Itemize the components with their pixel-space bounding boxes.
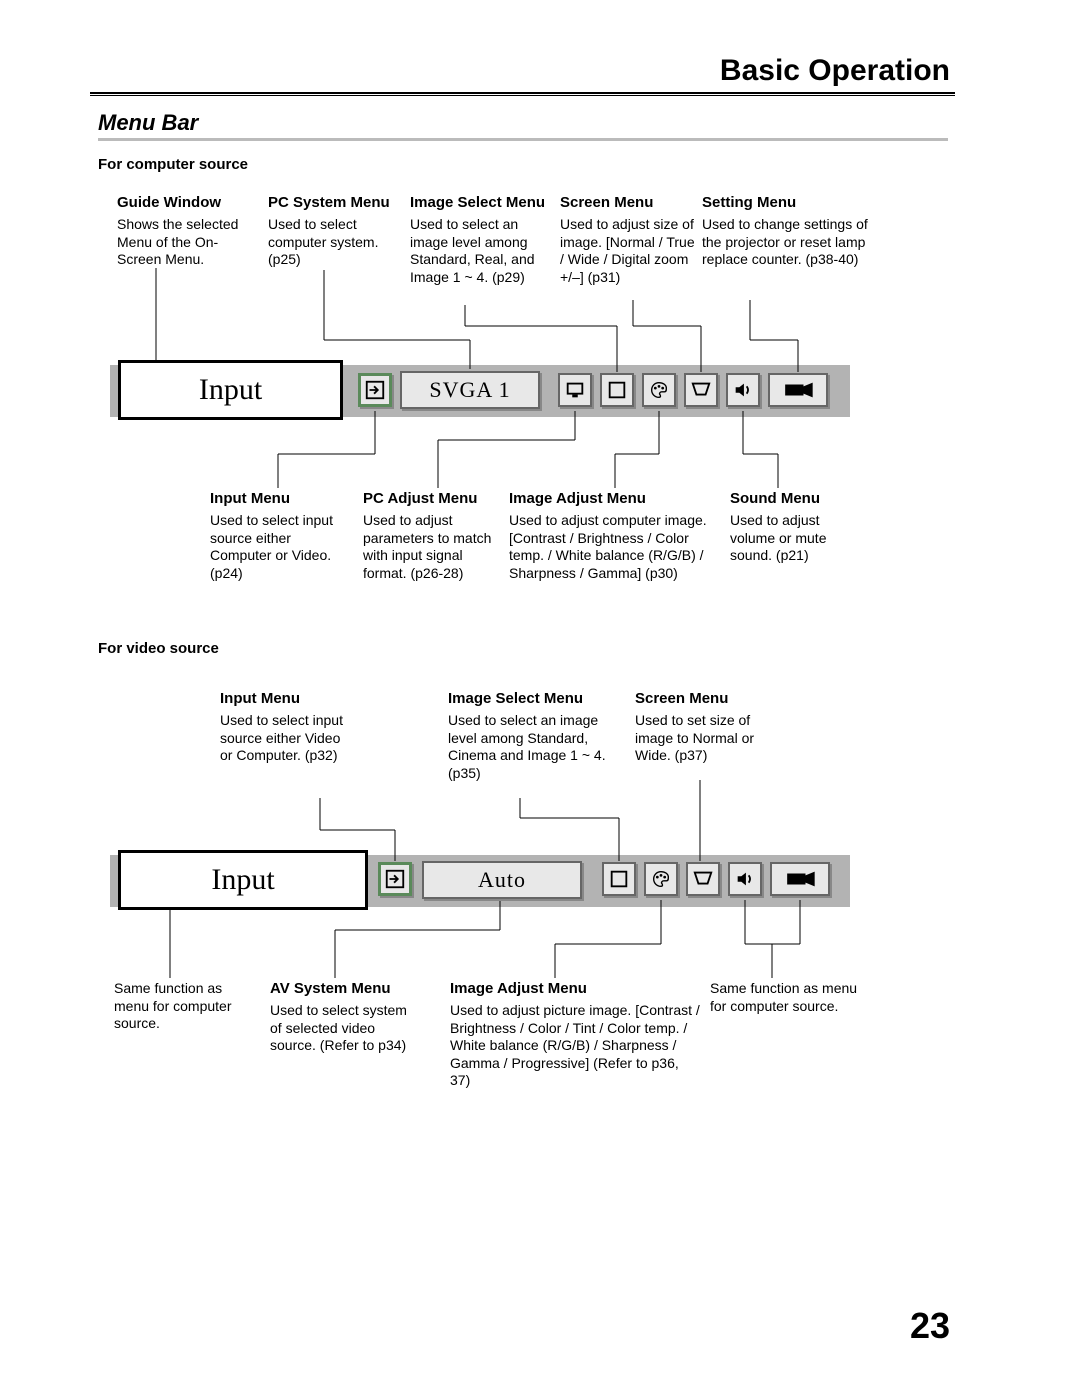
video-image-select-icon (602, 862, 636, 896)
screen-menu-body: Used to adjust size of image. [Normal / … (560, 216, 695, 286)
pc-adjust-title: PC Adjust Menu (363, 490, 477, 508)
video-imgadj-title: Image Adjust Menu (450, 980, 587, 998)
section-title: Menu Bar (98, 110, 198, 136)
video-heading: For video source (98, 640, 219, 657)
setting-icon (768, 373, 828, 407)
video-sound-icon (728, 862, 762, 896)
av-system-title: AV System Menu (270, 980, 391, 998)
computer-mid-box: SVGA 1 (400, 371, 540, 409)
video-screen-icon (686, 862, 720, 896)
image-select-title: Image Select Menu (410, 194, 545, 212)
guide-window-title: Guide Window (117, 194, 221, 212)
video-imgadj-body: Used to adjust picture image. [Contrast … (450, 1002, 700, 1090)
video-same-left: Same function as menu for computer sourc… (114, 980, 254, 1033)
guide-window-body: Shows the selected Menu of the On-Screen… (117, 216, 262, 269)
pc-system-title: PC System Menu (268, 194, 390, 212)
input-menu-body: Used to select input source either Compu… (210, 512, 345, 582)
setting-menu-body: Used to change settings of the projector… (702, 216, 877, 269)
video-screen-title: Screen Menu (635, 690, 728, 708)
image-adjust-body: Used to adjust computer image. [Contrast… (509, 512, 719, 582)
sound-menu-title: Sound Menu (730, 490, 820, 508)
video-input-title: Input Menu (220, 690, 300, 708)
image-adjust-icon (642, 373, 676, 407)
page-number: 23 (910, 1305, 950, 1347)
video-mid-label: Auto (478, 867, 526, 893)
setting-menu-title: Setting Menu (702, 194, 796, 212)
video-image-adjust-icon (644, 862, 678, 896)
video-guide-window-box: Input (118, 850, 368, 910)
image-select-body: Used to select an image level among Stan… (410, 216, 550, 286)
pc-adjust-body: Used to adjust parameters to match with … (363, 512, 493, 582)
video-setting-icon (770, 862, 830, 896)
video-mid-box: Auto (422, 861, 582, 899)
header-rule (90, 92, 955, 96)
video-input-icon (378, 862, 412, 896)
computer-guide-window-box: Input (118, 360, 343, 420)
sound-menu-body: Used to adjust volume or mute sound. (p2… (730, 512, 850, 565)
page-header-title: Basic Operation (720, 54, 950, 88)
computer-heading: For computer source (98, 156, 248, 173)
image-adjust-title: Image Adjust Menu (509, 490, 646, 508)
video-imgsel-title: Image Select Menu (448, 690, 583, 708)
av-system-body: Used to select system of selected video … (270, 1002, 410, 1055)
video-imgsel-body: Used to select an image level among Stan… (448, 712, 608, 782)
computer-mid-label: SVGA 1 (429, 377, 510, 403)
video-same-right: Same function as menu for computer sourc… (710, 980, 870, 1015)
video-screen-body: Used to set size of image to Normal or W… (635, 712, 755, 765)
pc-system-body: Used to select computer system. (p25) (268, 216, 398, 269)
section-underline (98, 138, 948, 141)
image-select-icon (600, 373, 634, 407)
screen-icon (684, 373, 718, 407)
video-input-body: Used to select input source either Video… (220, 712, 355, 765)
input-menu-title: Input Menu (210, 490, 290, 508)
screen-menu-title: Screen Menu (560, 194, 653, 212)
video-guide-label: Input (211, 863, 274, 897)
input-menu-icon (358, 373, 392, 407)
pc-adjust-icon (558, 373, 592, 407)
computer-guide-label: Input (199, 373, 262, 407)
sound-icon (726, 373, 760, 407)
page: Basic Operation Menu Bar For computer so… (0, 0, 1080, 1397)
